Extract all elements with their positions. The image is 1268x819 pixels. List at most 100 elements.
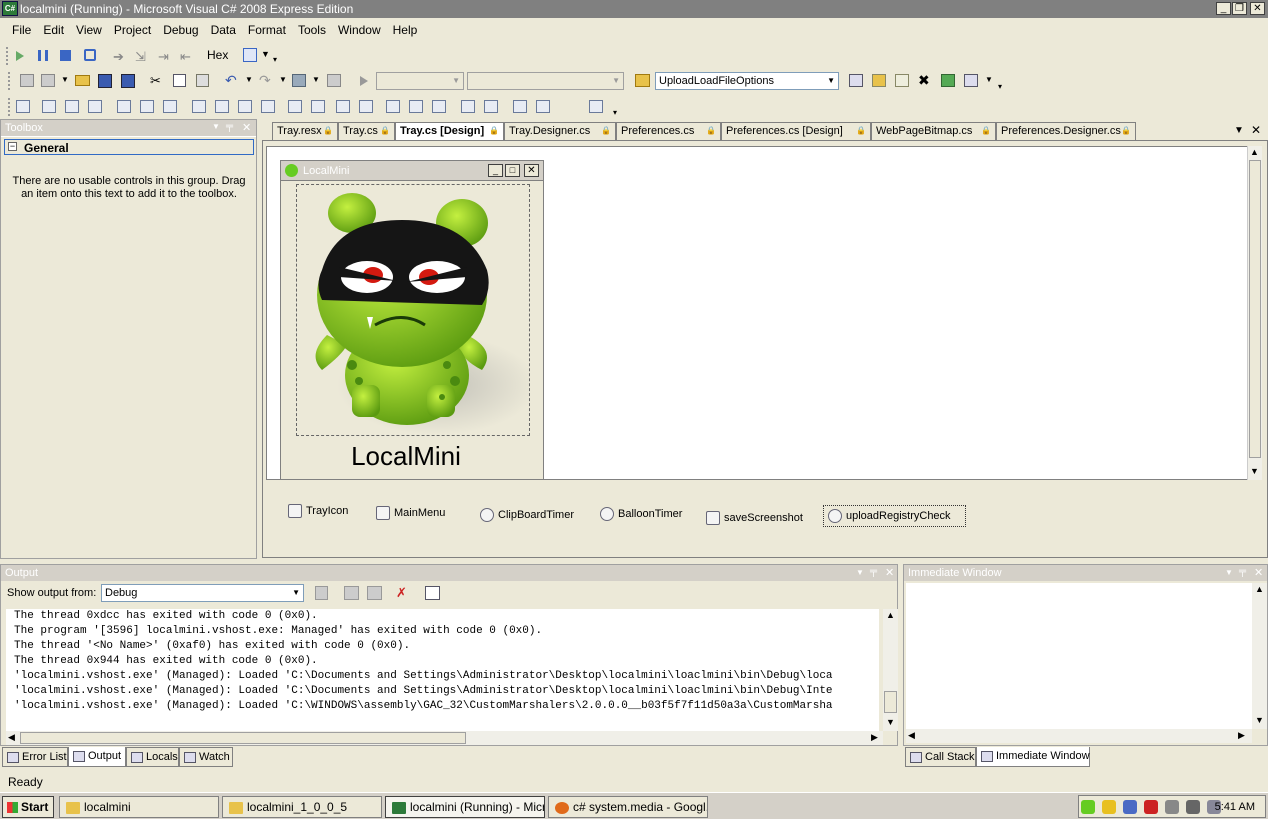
- component-mainmenu[interactable]: MainMenu: [376, 506, 445, 520]
- chevron-down-icon[interactable]: ▼: [312, 75, 320, 84]
- chevron-down-icon[interactable]: ▼: [985, 75, 993, 84]
- chevron-down-icon[interactable]: ▼: [245, 75, 253, 84]
- solution-explorer-icon[interactable]: [872, 74, 886, 87]
- vertical-spacing-equal-icon[interactable]: [359, 100, 373, 113]
- immediate-text[interactable]: [906, 583, 1252, 729]
- tab-tray-cs[interactable]: Tray.cs 🔒: [338, 122, 395, 140]
- scroll-left-icon[interactable]: ◀: [908, 730, 915, 741]
- collapse-icon[interactable]: −: [8, 142, 17, 151]
- continue-icon[interactable]: [16, 51, 24, 61]
- menu-help[interactable]: Help: [387, 20, 424, 40]
- start-button[interactable]: Start: [2, 796, 54, 818]
- paste-icon[interactable]: [196, 74, 209, 87]
- find-icon[interactable]: [635, 74, 650, 87]
- tools-icon[interactable]: ✖: [918, 72, 930, 89]
- tab-order-icon[interactable]: [589, 100, 603, 113]
- menu-view[interactable]: View: [70, 20, 108, 40]
- align-bottoms-icon[interactable]: [163, 100, 177, 113]
- utility-icon[interactable]: [1165, 800, 1180, 814]
- tab-call-stack[interactable]: Call Stack: [905, 747, 976, 767]
- solution-config-dropdown[interactable]: ▼: [376, 72, 464, 90]
- component-uploadregistrycheck[interactable]: uploadRegistryCheck: [823, 505, 966, 527]
- tab-preferences-cs-design[interactable]: Preferences.cs [Design] 🔒: [721, 122, 871, 140]
- scroll-thumb[interactable]: [20, 732, 466, 744]
- component-clipboardtimer[interactable]: ClipBoardTimer: [480, 508, 574, 522]
- tab-webpagebitmap-cs[interactable]: WebPageBitmap.cs 🔒: [871, 122, 996, 140]
- send-to-back-icon[interactable]: [536, 100, 550, 113]
- pin-icon[interactable]: ╤: [226, 121, 233, 132]
- object-browser-icon[interactable]: [964, 74, 978, 87]
- open-folder-icon[interactable]: [75, 75, 90, 86]
- pin-icon[interactable]: ╤: [1239, 566, 1246, 577]
- find-message-icon[interactable]: [315, 586, 328, 600]
- menu-edit[interactable]: Edit: [37, 20, 70, 40]
- taskbar-item[interactable]: localmini: [59, 796, 219, 818]
- tab-tray-resx[interactable]: Tray.resx 🔒: [272, 122, 338, 140]
- center-vertically-icon[interactable]: [484, 100, 498, 113]
- scroll-up-icon[interactable]: ▲: [886, 610, 895, 620]
- chevron-down-icon[interactable]: ▼: [212, 122, 220, 131]
- menu-file[interactable]: File: [6, 20, 37, 40]
- form-localmini[interactable]: LocalMini _ □ ✕ LocalMini: [280, 160, 544, 480]
- save-icon[interactable]: [98, 74, 112, 88]
- horizontal-spacing-equal-icon[interactable]: [261, 100, 275, 113]
- make-same-width-icon[interactable]: [192, 100, 206, 113]
- component-trayicon[interactable]: TrayIcon: [288, 504, 348, 518]
- scroll-right-icon[interactable]: ▶: [1238, 730, 1245, 741]
- component-savescreenshot[interactable]: saveScreenshot: [706, 511, 803, 525]
- remove-h-spacing-icon[interactable]: [336, 100, 350, 113]
- show-next-statement-icon[interactable]: ➔: [113, 49, 124, 65]
- sync-icon[interactable]: [1186, 800, 1201, 814]
- prev-message-icon[interactable]: [344, 586, 359, 600]
- chevron-down-icon[interactable]: ▼: [279, 75, 287, 84]
- toolbar-overflow-icon[interactable]: ▾: [273, 55, 277, 64]
- stop-icon[interactable]: [60, 50, 71, 61]
- step-over-icon[interactable]: ⇥: [158, 49, 169, 65]
- copy-icon[interactable]: [173, 74, 186, 87]
- menu-project[interactable]: Project: [108, 20, 157, 40]
- localmini-tray-icon[interactable]: [1081, 800, 1095, 814]
- minimize-button[interactable]: _: [1216, 2, 1231, 15]
- toolbar-overflow-icon[interactable]: ▾: [998, 82, 1002, 91]
- menu-data[interactable]: Data: [205, 20, 242, 40]
- save-all-icon[interactable]: [121, 74, 135, 88]
- start-debugging-icon[interactable]: [360, 76, 368, 86]
- close-icon[interactable]: ✕: [242, 121, 251, 134]
- chevron-down-icon[interactable]: ▼: [61, 75, 69, 84]
- picture-box[interactable]: [296, 184, 530, 436]
- step-out-icon[interactable]: ⇤: [180, 49, 191, 65]
- make-same-size-icon[interactable]: [238, 100, 252, 113]
- word-wrap-icon[interactable]: [425, 586, 440, 600]
- tab-preferences-cs[interactable]: Preferences.cs 🔒: [616, 122, 721, 140]
- tab-output[interactable]: Output: [68, 747, 126, 767]
- form-caption-label[interactable]: LocalMini: [281, 441, 531, 472]
- center-horizontally-icon[interactable]: [461, 100, 475, 113]
- hex-button[interactable]: Hex: [207, 48, 228, 62]
- close-icon[interactable]: ✕: [1254, 566, 1263, 579]
- chevron-down-icon[interactable]: ▼: [261, 49, 270, 59]
- menu-tools[interactable]: Tools: [292, 20, 332, 40]
- tab-tray-designer-cs[interactable]: Tray.Designer.cs 🔒: [504, 122, 616, 140]
- tab-locals[interactable]: Locals: [126, 747, 179, 767]
- step-into-icon[interactable]: ⇲: [135, 49, 146, 65]
- tab-tray-cs-design[interactable]: Tray.cs [Design] 🔒: [395, 122, 504, 141]
- output-vscroll[interactable]: ▲ ▼: [883, 609, 898, 731]
- output-hscroll[interactable]: ◀ ▶: [6, 731, 883, 745]
- taskbar-item[interactable]: localmini_1_0_0_5: [222, 796, 382, 818]
- find-dropdown[interactable]: UploadLoadFileOptions ▼: [655, 72, 839, 90]
- scroll-thumb[interactable]: [1249, 160, 1261, 458]
- close-button[interactable]: ✕: [1250, 2, 1265, 15]
- cut-icon[interactable]: ✂: [150, 73, 161, 89]
- close-icon[interactable]: ✕: [1251, 123, 1261, 137]
- component-balloontimer[interactable]: BalloonTimer: [600, 507, 682, 521]
- align-rights-icon[interactable]: [88, 100, 102, 113]
- scroll-up-icon[interactable]: ▲: [1250, 147, 1259, 157]
- align-to-grid-icon[interactable]: [16, 100, 30, 113]
- align-middles-icon[interactable]: [140, 100, 154, 113]
- taskbar-item[interactable]: c# system.media - Googl...: [548, 796, 708, 818]
- tab-error-list[interactable]: Error List: [2, 747, 68, 767]
- scroll-left-icon[interactable]: ◀: [8, 732, 15, 743]
- scroll-thumb[interactable]: [884, 691, 897, 713]
- navigate-forward-icon[interactable]: [327, 74, 341, 87]
- scroll-down-icon[interactable]: ▼: [886, 717, 895, 727]
